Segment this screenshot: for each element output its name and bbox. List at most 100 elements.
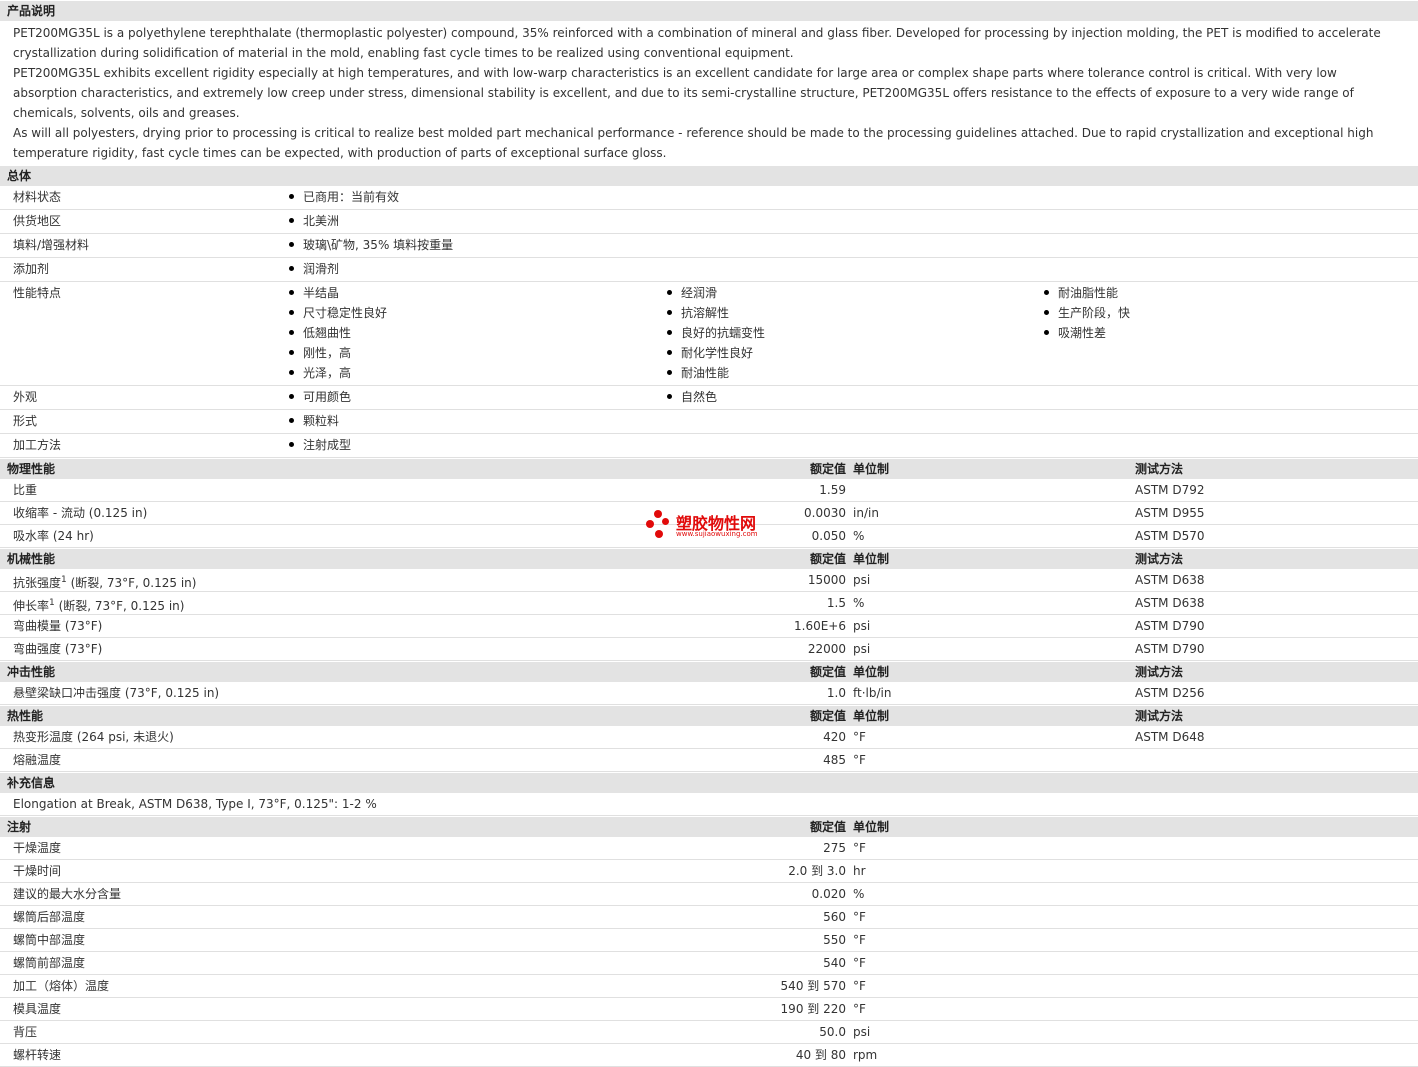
property-label: 螺筒前部温度	[13, 952, 85, 974]
property-test-method: ASTM D790	[1135, 619, 1205, 633]
bullet-item: 半结晶	[289, 283, 387, 303]
property-unit: rpm	[853, 1048, 878, 1062]
property-condition: (73°F, 0.125 in)	[121, 686, 220, 700]
header-value: 额定值	[809, 709, 846, 723]
bullet-column: 半结晶 尺寸稳定性良好 低翘曲性 刚性，高 光泽，高	[289, 283, 387, 383]
property-unit: °F	[853, 910, 866, 924]
property-value: 0.050	[811, 529, 846, 543]
bullet-icon	[289, 418, 294, 423]
bullet-icon	[289, 350, 294, 355]
property-row: 螺杆转速 40 到 80 rpm	[0, 1044, 1418, 1067]
property-row: 抗张强度1 (断裂, 73°F, 0.125 in) 15000 psi ASTM D…	[0, 569, 1418, 592]
bullet-icon	[1044, 290, 1049, 295]
property-unit: °F	[853, 933, 866, 947]
property-row: 弯曲强度 (73°F) 22000 psi ASTM D790	[0, 638, 1418, 661]
bullet-icon	[289, 266, 294, 271]
property-value: 2.0 到 3.0	[788, 864, 846, 878]
bullet-text: 吸潮性差	[1058, 326, 1107, 340]
property-name: 螺杆转速	[13, 1048, 62, 1062]
property-value: 15000	[807, 573, 846, 587]
property-value: 1.60E+6	[794, 619, 846, 633]
property-test-method: ASTM D256	[1135, 686, 1205, 700]
bullet-column: 注射成型	[289, 435, 351, 455]
bullet-text: 颗粒料	[303, 414, 340, 428]
header-test-method: 测试方法	[1135, 552, 1184, 566]
property-row: 弯曲模量 (73°F) 1.60E+6 psi ASTM D790	[0, 615, 1418, 638]
general-row: 填料/增强材料 玻璃\矿物, 35% 填料按重量	[0, 234, 1418, 258]
property-test-method: ASTM D638	[1135, 573, 1205, 587]
description-paragraph: PET200MG35L is a polyethylene terephthal…	[13, 26, 1381, 60]
bullet-text: 生产阶段，快	[1058, 306, 1131, 320]
bullet-text: 刚性，高	[303, 346, 352, 360]
bullet-column: 已商用：当前有效	[289, 187, 399, 207]
section-header-description: 产品说明	[0, 0, 1418, 21]
property-unit: ft·lb/in	[853, 686, 892, 700]
product-description: PET200MG35L is a polyethylene terephthal…	[0, 21, 1418, 165]
header-value: 额定值	[809, 462, 846, 476]
property-row: 螺筒后部温度 560 °F	[0, 906, 1418, 929]
bullet-icon	[289, 218, 294, 223]
row-label: 材料状态	[13, 190, 62, 204]
bullet-text: 已商用：当前有效	[303, 190, 400, 204]
property-name: 螺筒前部温度	[13, 956, 86, 970]
property-label: 热变形温度 (264 psi, 未退火)	[13, 726, 174, 748]
property-value: 1.0	[826, 686, 846, 700]
general-row: 材料状态 已商用：当前有效	[0, 186, 1418, 210]
property-row: 建议的最大水分含量 0.020%	[0, 883, 1418, 906]
bullet-item: 刚性，高	[289, 343, 387, 363]
property-unit: °F	[853, 1002, 866, 1016]
property-condition: (24 hr)	[49, 529, 94, 543]
property-unit: in/in	[853, 506, 879, 520]
section-header-physical: 物理性能 额定值 单位制 测试方法	[0, 458, 1418, 479]
bullet-column: 颗粒料	[289, 411, 339, 431]
bullet-item: 经润滑	[667, 283, 765, 303]
bullet-column: 玻璃\矿物, 35% 填料按重量	[289, 235, 453, 255]
section-title: 热性能	[7, 709, 44, 723]
bullet-text: 玻璃\矿物, 35% 填料按重量	[303, 238, 454, 252]
property-label: 悬壁梁缺口冲击强度 (73°F, 0.125 in)	[13, 682, 219, 704]
property-value: 560	[823, 910, 846, 924]
description-paragraph: As will all polyesters, drying prior to …	[13, 126, 1374, 160]
bullet-icon	[667, 370, 672, 375]
bullet-icon	[289, 330, 294, 335]
property-value: 540 到 570	[780, 979, 846, 993]
bullet-text: 半结晶	[303, 286, 340, 300]
row-label: 形式	[13, 414, 38, 428]
property-row: 加工（熔体）温度 540 到 570 °F	[0, 975, 1418, 998]
property-row: 比重 1.59 ASTM D792	[0, 479, 1418, 502]
bullet-icon	[1044, 310, 1049, 315]
property-unit: %	[853, 596, 865, 610]
property-name: 比重	[13, 483, 38, 497]
general-row: 形式 颗粒料	[0, 410, 1418, 434]
property-name: 建议的最大水分含量	[13, 887, 122, 901]
property-name: 干燥温度	[13, 841, 62, 855]
section-title: 冲击性能	[7, 665, 56, 679]
row-label: 添加剂	[13, 262, 50, 276]
row-label: 性能特点	[13, 286, 62, 300]
bullet-item: 已商用：当前有效	[289, 187, 399, 207]
property-test-method: ASTM D790	[1135, 642, 1205, 656]
property-label: 比重	[13, 479, 37, 501]
property-test-method: ASTM D792	[1135, 483, 1205, 497]
bullet-item: 颗粒料	[289, 411, 339, 431]
property-name: 弯曲强度	[13, 642, 62, 656]
property-label: 螺筒中部温度	[13, 929, 85, 951]
property-label: 熔融温度	[13, 749, 61, 771]
general-row: 添加剂 润滑剂	[0, 258, 1418, 282]
property-test-method: ASTM D955	[1135, 506, 1205, 520]
property-value: 22000	[807, 642, 846, 656]
property-row: 干燥温度 275 °F	[0, 837, 1418, 860]
property-unit: psi	[853, 642, 871, 656]
property-test-method: ASTM D638	[1135, 596, 1205, 610]
bullet-column: 经润滑 抗溶解性 良好的抗蠕变性 耐化学性良好 耐油性能	[667, 283, 765, 383]
section-header-thermal: 热性能 额定值 单位制 测试方法	[0, 705, 1418, 726]
header-value: 额定值	[809, 820, 846, 834]
bullet-item: 良好的抗蠕变性	[667, 323, 765, 343]
property-name: 收缩率	[13, 506, 50, 520]
property-label: 弯曲强度 (73°F)	[13, 638, 102, 660]
property-row: 伸长率1 (断裂, 73°F, 0.125 in) 1.5% ASTM D638	[0, 592, 1418, 615]
section-title: 机械性能	[7, 552, 56, 566]
property-label: 干燥温度	[13, 837, 61, 859]
bullet-item: 耐油性能	[667, 363, 765, 383]
property-name: 热变形温度	[13, 730, 74, 744]
